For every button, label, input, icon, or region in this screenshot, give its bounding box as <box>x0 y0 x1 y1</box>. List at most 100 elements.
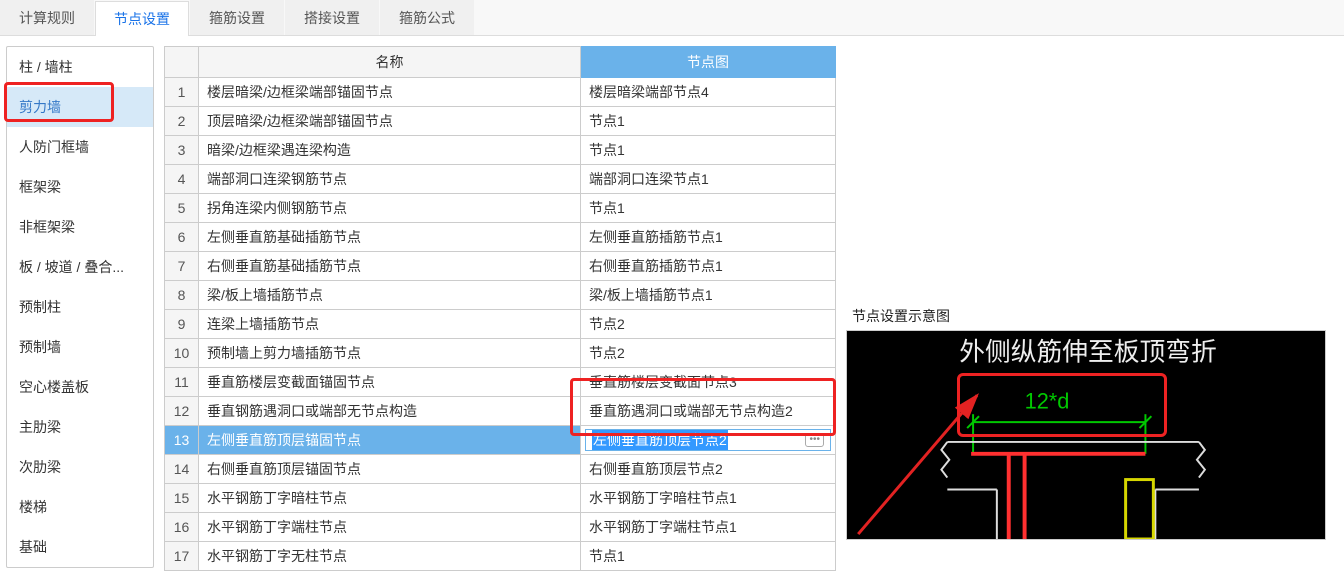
row-number: 7 <box>165 252 199 281</box>
cell-name[interactable]: 端部洞口连梁钢筋节点 <box>199 165 581 194</box>
tab-hoop-formula[interactable]: 箍筋公式 <box>380 0 474 35</box>
cell-name[interactable]: 右侧垂直筋基础插筋节点 <box>199 252 581 281</box>
sidebar-item[interactable]: 基础 <box>7 527 153 567</box>
cell-name[interactable]: 水平钢筋丁字暗柱节点 <box>199 484 581 513</box>
top-tab-bar: 计算规则 节点设置 箍筋设置 搭接设置 箍筋公式 <box>0 0 1344 36</box>
cell-node[interactable]: 节点1 <box>581 542 836 571</box>
sidebar-item[interactable]: 柱 / 墙柱 <box>7 47 153 87</box>
sidebar-item[interactable]: 次肋梁 <box>7 447 153 487</box>
cell-name[interactable]: 顶层暗梁/边框梁端部锚固节点 <box>199 107 581 136</box>
cell-node[interactable]: 右侧垂直筋插筋节点1 <box>581 252 836 281</box>
cell-node[interactable]: 水平钢筋丁字暗柱节点1 <box>581 484 836 513</box>
table-row[interactable]: 11垂直筋楼层变截面锚固节点垂直筋楼层变截面节点3 <box>165 368 836 397</box>
diagram-dim-text: 12*d <box>1025 388 1070 413</box>
cell-node[interactable]: 节点1 <box>581 107 836 136</box>
table-row[interactable]: 14右侧垂直筋顶层锚固节点右侧垂直筋顶层节点2 <box>165 455 836 484</box>
diagram-top-text: 外侧纵筋伸至板顶弯折 <box>959 338 1216 367</box>
col-name-header[interactable]: 名称 <box>199 47 581 78</box>
tab-calc-rules[interactable]: 计算规则 <box>0 0 94 35</box>
sidebar-item[interactable]: 非框架梁 <box>7 207 153 247</box>
table-row[interactable]: 7右侧垂直筋基础插筋节点右侧垂直筋插筋节点1 <box>165 252 836 281</box>
table-row[interactable]: 1楼层暗梁/边框梁端部锚固节点楼层暗梁端部节点4 <box>165 78 836 107</box>
sidebar-item[interactable]: 板 / 坡道 / 叠合... <box>7 247 153 287</box>
sidebar-item[interactable]: 预制柱 <box>7 287 153 327</box>
row-number: 4 <box>165 165 199 194</box>
sidebar-item[interactable]: 楼梯 <box>7 487 153 527</box>
cell-name[interactable]: 垂直钢筋遇洞口或端部无节点构造 <box>199 397 581 426</box>
cell-name[interactable]: 拐角连梁内侧钢筋节点 <box>199 194 581 223</box>
table-row[interactable]: 6左侧垂直筋基础插筋节点左侧垂直筋插筋节点1 <box>165 223 836 252</box>
diagram-title: 节点设置示意图 <box>846 302 1326 330</box>
table-corner <box>165 47 199 78</box>
cell-node[interactable]: 水平钢筋丁字端柱节点1 <box>581 513 836 542</box>
category-sidebar: 柱 / 墙柱剪力墙人防门框墙框架梁非框架梁板 / 坡道 / 叠合...预制柱预制… <box>6 46 154 568</box>
tab-hoop-settings[interactable]: 箍筋设置 <box>190 0 284 35</box>
sidebar-item[interactable]: 框架梁 <box>7 167 153 207</box>
cell-name[interactable]: 暗梁/边框梁遇连梁构造 <box>199 136 581 165</box>
table-row[interactable]: 17水平钢筋丁字无柱节点节点1 <box>165 542 836 571</box>
col-node-header[interactable]: 节点图 <box>581 47 836 78</box>
cell-name[interactable]: 左侧垂直筋顶层锚固节点 <box>199 426 581 455</box>
row-number: 17 <box>165 542 199 571</box>
sidebar-item[interactable]: 主肋梁 <box>7 407 153 447</box>
row-number: 2 <box>165 107 199 136</box>
row-number: 5 <box>165 194 199 223</box>
sidebar-item[interactable]: 剪力墙 <box>7 87 153 127</box>
diagram-panel: 节点设置示意图 外侧纵筋伸至板顶弯折 12*d <box>846 302 1326 571</box>
row-number: 15 <box>165 484 199 513</box>
node-table: 名称 节点图 1楼层暗梁/边框梁端部锚固节点楼层暗梁端部节点42顶层暗梁/边框梁… <box>164 46 836 571</box>
cell-node[interactable]: 楼层暗梁端部节点4 <box>581 78 836 107</box>
row-number: 1 <box>165 78 199 107</box>
table-row[interactable]: 4端部洞口连梁钢筋节点端部洞口连梁节点1 <box>165 165 836 194</box>
cell-node[interactable]: 左侧垂直筋插筋节点1 <box>581 223 836 252</box>
table-row[interactable]: 15水平钢筋丁字暗柱节点水平钢筋丁字暗柱节点1 <box>165 484 836 513</box>
table-row[interactable]: 16水平钢筋丁字端柱节点水平钢筋丁字端柱节点1 <box>165 513 836 542</box>
row-number: 12 <box>165 397 199 426</box>
cell-name[interactable]: 预制墙上剪力墙插筋节点 <box>199 339 581 368</box>
row-number: 3 <box>165 136 199 165</box>
cell-node[interactable]: 垂直筋楼层变截面节点3 <box>581 368 836 397</box>
table-row[interactable]: 12垂直钢筋遇洞口或端部无节点构造垂直筋遇洞口或端部无节点构造2 <box>165 397 836 426</box>
tab-node-settings[interactable]: 节点设置 <box>95 1 189 36</box>
inline-edit-input[interactable]: 左侧垂直筋顶层节点2••• <box>585 429 831 451</box>
cell-name[interactable]: 梁/板上墙插筋节点 <box>199 281 581 310</box>
cell-name[interactable]: 水平钢筋丁字无柱节点 <box>199 542 581 571</box>
row-number: 13 <box>165 426 199 455</box>
row-number: 6 <box>165 223 199 252</box>
row-number: 11 <box>165 368 199 397</box>
cell-node[interactable]: 垂直筋遇洞口或端部无节点构造2 <box>581 397 836 426</box>
cell-node[interactable]: 右侧垂直筋顶层节点2 <box>581 455 836 484</box>
sidebar-item[interactable]: 空心楼盖板 <box>7 367 153 407</box>
cell-name[interactable]: 楼层暗梁/边框梁端部锚固节点 <box>199 78 581 107</box>
cell-name[interactable]: 左侧垂直筋基础插筋节点 <box>199 223 581 252</box>
cell-node[interactable]: 节点1 <box>581 194 836 223</box>
diagram-canvas: 外侧纵筋伸至板顶弯折 12*d <box>846 330 1326 540</box>
table-row[interactable]: 2顶层暗梁/边框梁端部锚固节点节点1 <box>165 107 836 136</box>
cell-name[interactable]: 右侧垂直筋顶层锚固节点 <box>199 455 581 484</box>
cell-name[interactable]: 水平钢筋丁字端柱节点 <box>199 513 581 542</box>
row-number: 8 <box>165 281 199 310</box>
table-row[interactable]: 13左侧垂直筋顶层锚固节点左侧垂直筋顶层节点2••• <box>165 426 836 455</box>
row-number: 14 <box>165 455 199 484</box>
table-row[interactable]: 8梁/板上墙插筋节点梁/板上墙插筋节点1 <box>165 281 836 310</box>
sidebar-item[interactable]: 预制墙 <box>7 327 153 367</box>
table-row[interactable]: 10预制墙上剪力墙插筋节点节点2 <box>165 339 836 368</box>
row-number: 16 <box>165 513 199 542</box>
table-row[interactable]: 3暗梁/边框梁遇连梁构造节点1 <box>165 136 836 165</box>
cell-node[interactable]: 节点1 <box>581 136 836 165</box>
ellipsis-button[interactable]: ••• <box>805 433 824 447</box>
cell-name[interactable]: 连梁上墙插筋节点 <box>199 310 581 339</box>
cell-node[interactable]: 端部洞口连梁节点1 <box>581 165 836 194</box>
sidebar-item[interactable]: 人防门框墙 <box>7 127 153 167</box>
cell-node[interactable]: 节点2 <box>581 310 836 339</box>
cell-node[interactable]: 梁/板上墙插筋节点1 <box>581 281 836 310</box>
table-row[interactable]: 5拐角连梁内侧钢筋节点节点1 <box>165 194 836 223</box>
table-row[interactable]: 9连梁上墙插筋节点节点2 <box>165 310 836 339</box>
node-table-area: 名称 节点图 1楼层暗梁/边框梁端部锚固节点楼层暗梁端部节点42顶层暗梁/边框梁… <box>164 46 836 571</box>
row-number: 10 <box>165 339 199 368</box>
tab-lap-settings[interactable]: 搭接设置 <box>285 0 379 35</box>
cell-name[interactable]: 垂直筋楼层变截面锚固节点 <box>199 368 581 397</box>
cell-node[interactable]: 节点2 <box>581 339 836 368</box>
cell-node[interactable]: 左侧垂直筋顶层节点2••• <box>581 426 836 455</box>
row-number: 9 <box>165 310 199 339</box>
